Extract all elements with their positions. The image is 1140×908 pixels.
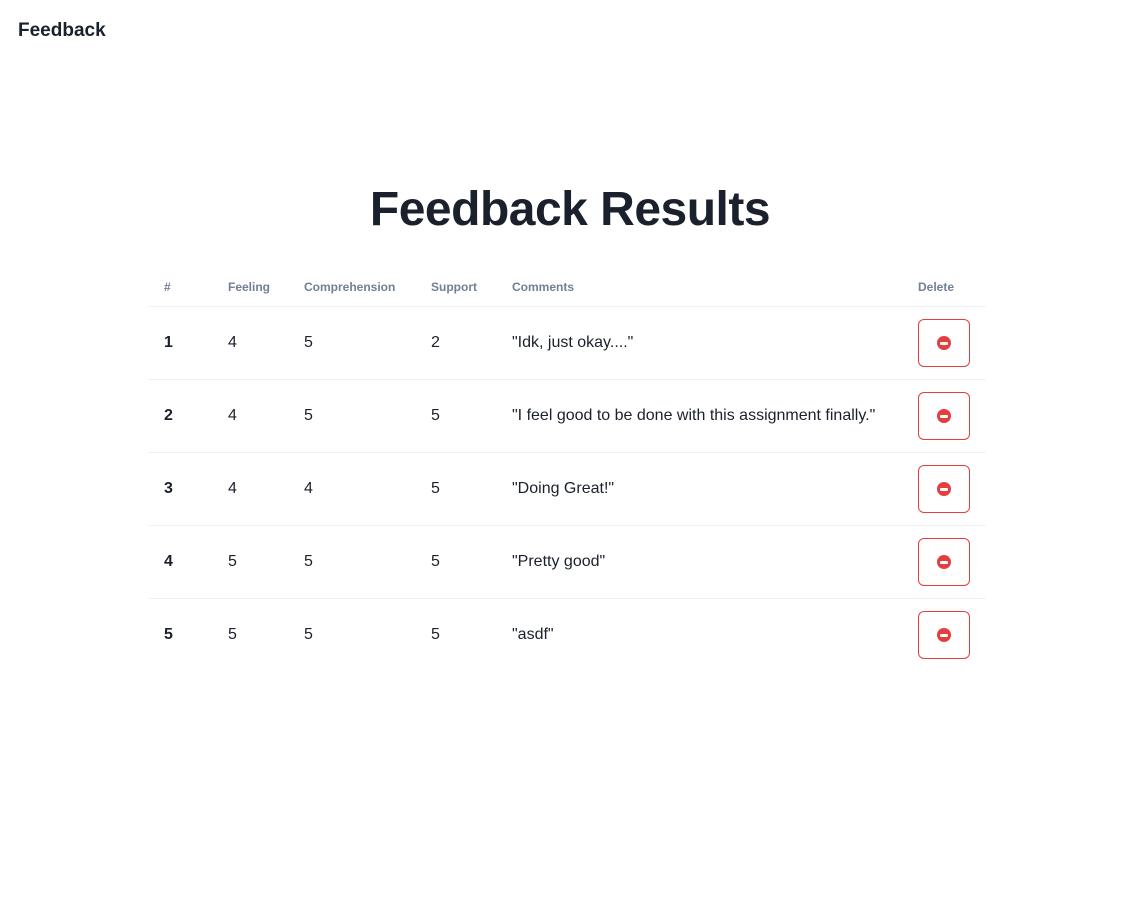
table-row: 5 5 5 5 "asdf"	[148, 599, 986, 672]
cell-comments: "Doing Great!"	[496, 452, 902, 526]
cell-comprehension: 5	[304, 626, 313, 643]
page-title: Feedback Results	[369, 183, 771, 236]
cell-support: 5	[415, 452, 496, 526]
nav-brand[interactable]: Feedback	[18, 20, 106, 42]
cell-comments: "asdf"	[512, 626, 554, 643]
cell-id: 5	[164, 626, 173, 643]
cell-delete	[902, 452, 986, 526]
cell-feeling: 4	[212, 379, 288, 453]
cell-feeling: 4	[212, 452, 288, 526]
column-header-feeling: Feeling	[212, 268, 288, 307]
delete-button[interactable]	[918, 611, 970, 659]
cell-comprehension: 5	[288, 379, 415, 453]
cell-comments: "Pretty good"	[496, 525, 902, 599]
cell-feeling: 5	[228, 626, 237, 643]
table-row: 4 5 5 5 "Pretty good"	[148, 525, 986, 599]
column-header-comments: Comments	[496, 268, 902, 307]
no-entry-icon	[937, 555, 951, 569]
cell-id: 1	[148, 306, 212, 380]
cell-comments: "I feel good to be done with this assign…	[496, 379, 902, 453]
cell-id: 2	[148, 379, 212, 453]
cell-delete	[902, 599, 986, 672]
delete-button[interactable]	[918, 319, 970, 367]
cell-comprehension: 4	[288, 452, 415, 526]
cell-comprehension: 5	[288, 306, 415, 380]
cell-support: 5	[415, 379, 496, 453]
cell-support: 2	[415, 306, 496, 380]
cell-feeling: 4	[212, 306, 288, 380]
table-header: # Feeling Comprehension Support Comments…	[148, 268, 986, 307]
table-row: 3 4 4 5 "Doing Great!"	[148, 452, 986, 526]
column-header-delete: Delete	[902, 268, 986, 307]
table-header-row: # Feeling Comprehension Support Comments…	[148, 268, 986, 307]
cell-support: 5	[431, 626, 440, 643]
delete-button[interactable]	[918, 538, 970, 586]
cell-id: 3	[148, 452, 212, 526]
cell-delete	[902, 306, 986, 380]
column-header-comprehension: Comprehension	[288, 268, 415, 307]
no-entry-icon	[937, 409, 951, 423]
feedback-table: # Feeling Comprehension Support Comments…	[148, 268, 986, 671]
column-header-number: #	[148, 268, 212, 307]
no-entry-icon	[937, 336, 951, 350]
column-header-support: Support	[415, 268, 496, 307]
table-row: 1 4 5 2 "Idk, just okay...."	[148, 306, 986, 380]
delete-button[interactable]	[918, 465, 970, 513]
no-entry-icon	[937, 482, 951, 496]
table-row: 2 4 5 5 "I feel good to be done with thi…	[148, 379, 986, 453]
delete-button[interactable]	[918, 392, 970, 440]
cell-comments: "Idk, just okay...."	[496, 306, 902, 380]
cell-feeling: 5	[212, 525, 288, 599]
cell-delete	[902, 525, 986, 599]
table-body: 1 4 5 2 "Idk, just okay...." 2 4 5 5 "I …	[148, 306, 986, 672]
cell-delete	[902, 379, 986, 453]
no-entry-icon	[937, 628, 951, 642]
cell-comprehension: 5	[288, 525, 415, 599]
cell-support: 5	[415, 525, 496, 599]
cell-id: 4	[148, 525, 212, 599]
